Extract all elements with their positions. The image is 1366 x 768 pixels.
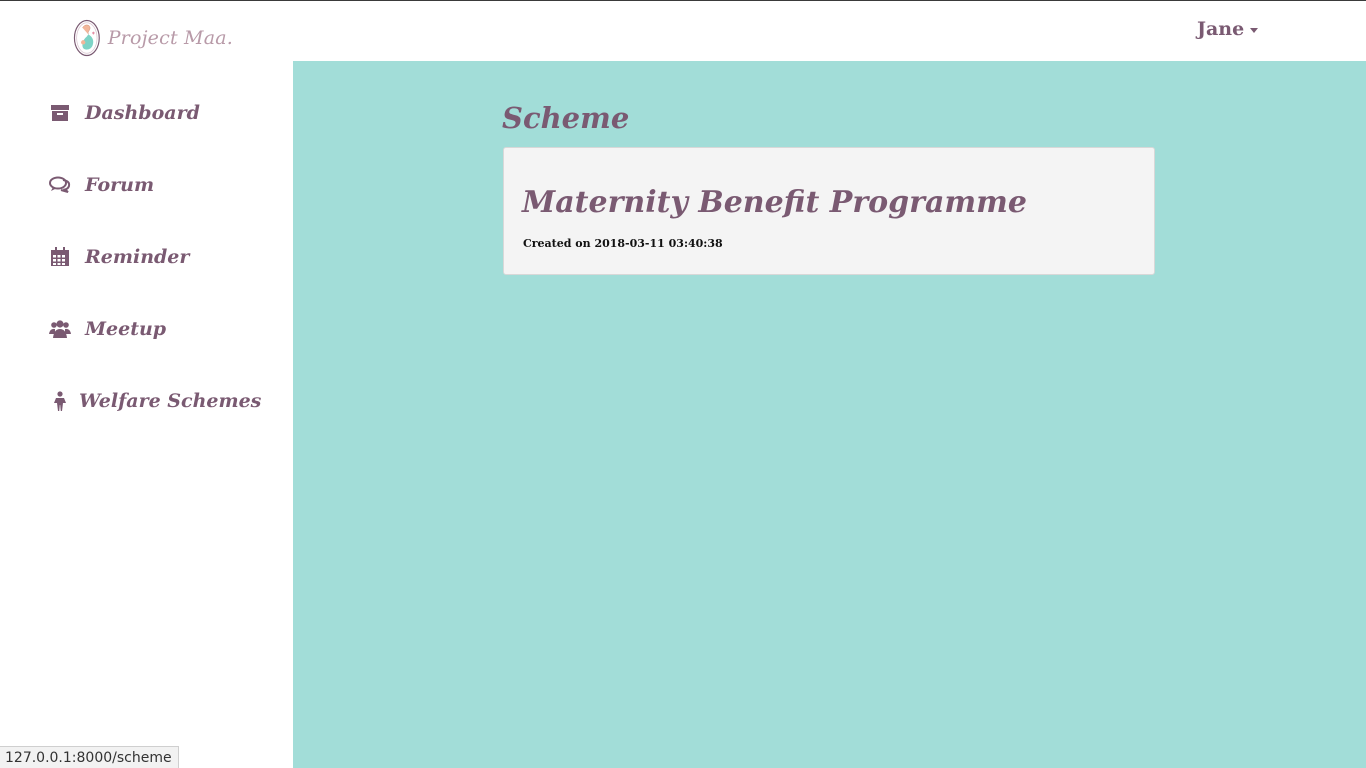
sidebar-item-dashboard[interactable]: Dashboard: [49, 98, 200, 128]
sidebar-item-forum[interactable]: Forum: [49, 170, 154, 200]
caret-down-icon: [1250, 28, 1259, 33]
sidebar: Dashboard Forum Reminder Meetup Welfare …: [0, 61, 293, 768]
calendar-icon: [49, 246, 71, 268]
archive-box-icon: [49, 102, 71, 124]
user-name: Jane: [1197, 18, 1245, 40]
page-title: Scheme: [502, 101, 630, 135]
sidebar-item-reminder[interactable]: Reminder: [49, 242, 189, 272]
scheme-title[interactable]: Maternity Benefit Programme: [522, 185, 1027, 220]
sidebar-item-label: Dashboard: [85, 102, 200, 124]
comments-icon: [49, 174, 71, 196]
users-icon: [49, 318, 71, 340]
sidebar-item-label: Reminder: [85, 246, 190, 268]
logo-text: Project Maa.: [107, 27, 233, 49]
mother-baby-icon: [73, 19, 100, 57]
brand-logo[interactable]: Project Maa.: [73, 11, 233, 65]
scheme-created-date: Created on 2018-03-11 03:40:38: [523, 237, 723, 250]
status-bar-url: 127.0.0.1:8000/scheme: [0, 746, 179, 768]
sidebar-item-label: Welfare Schemes: [79, 390, 262, 412]
main-content: Scheme Maternity Benefit Programme Creat…: [293, 61, 1366, 768]
top-navbar: Project Maa. Jane: [0, 0, 1366, 61]
sidebar-item-welfare-schemes[interactable]: Welfare Schemes: [49, 386, 261, 416]
user-menu-dropdown[interactable]: Jane: [1197, 15, 1259, 43]
sidebar-item-label: Meetup: [85, 318, 167, 340]
sidebar-item-meetup[interactable]: Meetup: [49, 314, 166, 344]
scheme-card[interactable]: Maternity Benefit Programme Created on 2…: [503, 147, 1155, 275]
sidebar-item-label: Forum: [85, 174, 155, 196]
child-icon: [49, 390, 71, 412]
